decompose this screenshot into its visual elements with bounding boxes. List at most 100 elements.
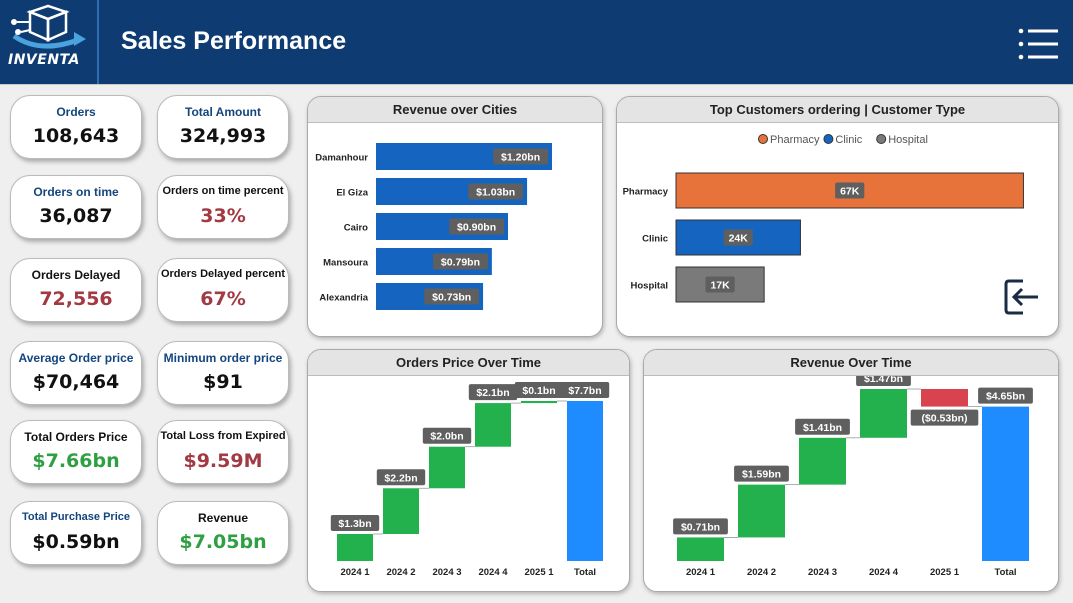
menu-icon[interactable]: [1018, 28, 1058, 60]
data-label: $2.0bn: [430, 431, 463, 443]
category-label: 2024 1: [340, 567, 370, 578]
kpi-orders-on-time-percent: Orders on time percent 33%: [157, 175, 289, 239]
kpi-value: 324,993: [179, 125, 267, 147]
data-label: $0.73bn: [432, 292, 471, 304]
data-label: $1.20bn: [501, 152, 540, 164]
revenue-over-cities-card: Revenue over Cities Damanhour $1.20bn El G…: [307, 96, 603, 337]
category-label: Mansoura: [323, 258, 369, 269]
kpi-value: $7.66bn: [32, 450, 120, 472]
kpi-label: Orders: [56, 105, 96, 119]
category-label: Pharmacy: [623, 187, 669, 198]
kpi-orders: Orders 108,643: [10, 95, 142, 159]
kpi-total-orders-price: Total Orders Price $7.66bn: [10, 420, 142, 484]
kpi-orders-delayed: Orders Delayed 72,556: [10, 258, 142, 322]
chart-title: Revenue over Cities: [308, 97, 602, 123]
kpi-label: Orders Delayed percent: [160, 268, 286, 280]
data-label: $7.7bn: [568, 385, 601, 397]
data-label: $2.1bn: [476, 387, 509, 399]
bar: [337, 533, 373, 561]
data-label: $1.47bn: [864, 376, 903, 385]
top-customers-card: Top Customers ordering | Customer Type P…: [616, 96, 1059, 337]
kpi-label: Orders Delayed: [31, 268, 121, 282]
data-label: $0.71bn: [681, 521, 720, 533]
kpi-label: Orders on time percent: [162, 185, 284, 197]
revenue-over-cities-chart: Damanhour $1.20bn El Giza $1.03bn Cairo $0.90…: [315, 143, 552, 310]
bar: [982, 406, 1029, 561]
data-label: $0.1bn: [522, 385, 555, 397]
data-label: $1.59bn: [742, 469, 781, 481]
top-customers-chart: Pharmacy Clinic Hospital Pharmacy 67K Clinic 2…: [623, 134, 1024, 303]
kpi-average-order-price: Average Order price $70,464: [10, 341, 142, 405]
kpi-value: $70,464: [32, 371, 120, 393]
kpi-value: $9.59M: [183, 450, 263, 472]
kpi-label: Total Amount: [185, 105, 261, 119]
chart-title: Top Customers ordering | Customer Type: [617, 97, 1058, 123]
kpi-label: Minimum order price: [163, 351, 283, 365]
legend-marker: [876, 134, 887, 144]
category-label: 2024 3: [432, 567, 461, 578]
kpi-value: 33%: [200, 205, 246, 227]
kpi-orders-on-time: Orders on time 36,087: [10, 175, 142, 239]
logo-text: INVENTA: [8, 52, 80, 68]
legend-label: Pharmacy: [770, 134, 820, 146]
category-label: Total: [995, 567, 1017, 578]
kpi-label: Total Orders Price: [24, 430, 128, 444]
bar: [383, 488, 419, 534]
data-label: $1.03bn: [476, 187, 515, 199]
data-label: $2.2bn: [384, 472, 417, 484]
legend-marker: [823, 134, 834, 144]
category-label: 2024 1: [686, 567, 716, 578]
category-label: Total: [574, 567, 596, 578]
legend-label: Hospital: [888, 134, 928, 146]
data-label: $4.65bn: [986, 391, 1025, 403]
bar: [799, 437, 846, 485]
bar: [521, 401, 557, 404]
legend-marker: [758, 134, 768, 144]
data-label: ($0.53bn): [921, 413, 967, 425]
logo: INVENTA: [0, 0, 99, 84]
kpi-value: $91: [203, 371, 243, 393]
data-label: 17K: [710, 280, 730, 292]
category-label: 2025 1: [930, 567, 960, 578]
orders-price-over-time-chart: $1.3bn 2024 1 $2.2bn 2024 2 $2.0bn 2024 3 $2.1…: [330, 382, 610, 578]
bar: [677, 537, 724, 561]
kpi-total-purchase-price: Total Purchase Price $0.59bn: [10, 501, 142, 565]
category-label: Damanhour: [315, 153, 368, 164]
kpi-label: Average Order price: [18, 351, 134, 365]
kpi-label: Revenue: [197, 511, 249, 525]
kpi-total-loss-expired: Total Loss from Expired $9.59M: [157, 420, 289, 484]
category-label: Alexandria: [319, 293, 368, 304]
exit-icon[interactable]: [1003, 277, 1041, 317]
data-label: $0.90bn: [457, 222, 496, 234]
bar: [567, 401, 603, 561]
kpi-value: 67%: [200, 288, 246, 310]
data-label: 67K: [840, 186, 860, 198]
bar: [738, 484, 785, 538]
legend-label: Clinic: [835, 134, 862, 146]
category-label: El Giza: [336, 188, 368, 199]
data-label: $1.41bn: [803, 422, 842, 434]
box-logo-icon: [11, 4, 86, 49]
orders-price-over-time-card: Orders Price Over Time $1.3bn 2024 1 $2.2b…: [307, 349, 630, 592]
category-label: Hospital: [631, 281, 668, 292]
category-label: 2024 2: [386, 567, 415, 578]
bar: [860, 389, 907, 438]
chart-title: Orders Price Over Time: [308, 350, 629, 376]
kpi-label: Orders on time: [33, 185, 119, 199]
kpi-value: 108,643: [32, 125, 120, 147]
kpi-value: $7.05bn: [179, 531, 267, 553]
revenue-over-time-chart: $0.71bn 2024 1 $1.59bn 2024 2 $1.41bn 2024 3 $…: [673, 376, 1033, 578]
data-label: $0.79bn: [441, 257, 480, 269]
chart-title: Revenue Over Time: [644, 350, 1058, 376]
header-bar: INVENTA Sales Performance: [0, 0, 1073, 85]
category-label: 2024 3: [808, 567, 837, 578]
category-label: 2025 1: [524, 567, 554, 578]
data-label: 24K: [729, 233, 749, 245]
kpi-orders-delayed-percent: Orders Delayed percent 67%: [157, 258, 289, 322]
page-title: Sales Performance: [121, 27, 347, 55]
bar: [475, 403, 511, 447]
category-label: 2024 2: [747, 567, 776, 578]
kpi-minimum-order-price: Minimum order price $91: [157, 341, 289, 405]
kpi-label: Total Loss from Expired: [160, 430, 286, 442]
kpi-value: $0.59bn: [32, 531, 120, 553]
